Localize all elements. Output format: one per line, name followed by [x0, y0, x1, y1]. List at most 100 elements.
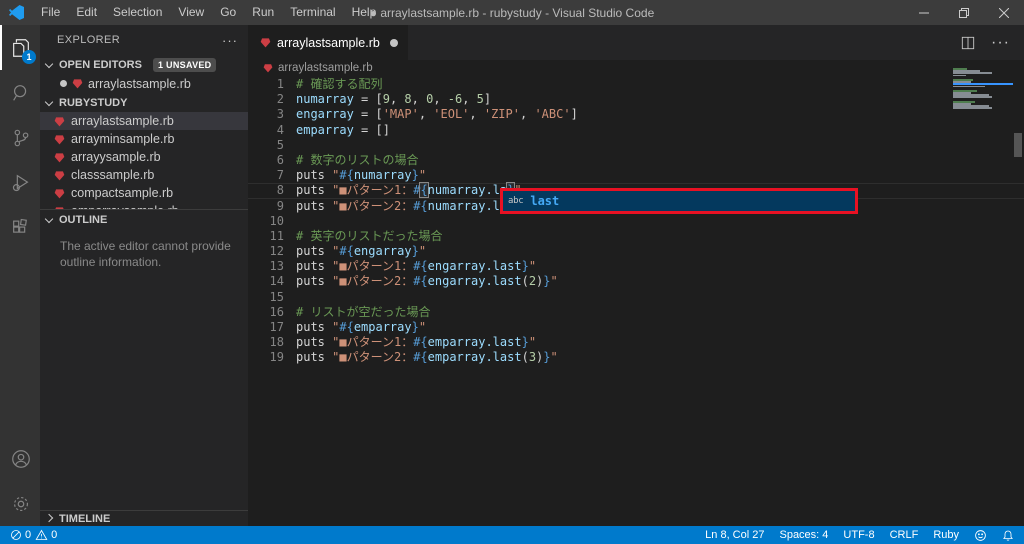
code-line[interactable]: 11 # 英字のリストだった場合 [248, 229, 1024, 244]
code-line[interactable]: 2 numarray = [9, 8, 0, -6, 5] [248, 92, 1024, 107]
minimap-line [953, 74, 966, 77]
line-number: 13 [269, 259, 284, 274]
menu-run[interactable]: Run [244, 0, 282, 25]
code-line[interactable]: 1 # 確認する配列 [248, 77, 1024, 92]
warnings-item[interactable]: 0 [35, 529, 57, 541]
menu-selection[interactable]: Selection [105, 0, 170, 25]
modified-dot-icon[interactable] [389, 38, 398, 47]
close-button[interactable] [984, 0, 1024, 25]
code-line[interactable]: 10 [248, 214, 1024, 229]
chevron-down-icon [44, 59, 54, 68]
encoding[interactable]: UTF-8 [843, 529, 874, 541]
line-number: 19 [269, 350, 284, 365]
line-number: 15 [269, 289, 284, 304]
file-row[interactable]: classsample.rb [40, 166, 248, 184]
code-line[interactable]: 16 # リストが空だった場合 [248, 305, 1024, 320]
line-number: 12 [269, 244, 284, 259]
source-control-tab[interactable] [0, 115, 40, 160]
file-row[interactable]: arrayminsample.rb [40, 130, 248, 148]
activity-bar: 1 [0, 25, 40, 526]
language-mode[interactable]: Ruby [933, 529, 959, 541]
outline-header[interactable]: OUTLINE [40, 210, 248, 229]
open-editor-item[interactable]: arraylastsample.rb [40, 74, 248, 93]
code-text: # 英字のリストだった場合 [296, 228, 443, 243]
account-button[interactable] [0, 436, 40, 481]
file-name: compactsample.rb [71, 186, 174, 200]
indentation[interactable]: Spaces: 4 [779, 529, 828, 541]
menu-file[interactable]: File [33, 0, 68, 25]
status-bar: 0 0 Ln 8, Col 27 Spaces: 4 UTF-8 CRLF Ru… [0, 526, 1024, 544]
editor-pane: arraylastsample.rb 1 # 確認する配列 2 numarray = … [248, 60, 1024, 526]
split-editor-icon[interactable] [961, 36, 975, 50]
suggest-label: last [530, 194, 560, 208]
file-row[interactable]: arrayysample.rb [40, 148, 248, 166]
breadcrumb[interactable]: arraylastsample.rb [248, 60, 1024, 76]
code-line[interactable]: 6 # 数字のリストの場合 [248, 153, 1024, 168]
warning-icon [35, 529, 48, 540]
run-debug-icon [12, 174, 29, 191]
file-row[interactable]: compactsample.rb [40, 184, 248, 202]
explorer-tab[interactable]: 1 [0, 25, 40, 70]
file-name: classsample.rb [71, 168, 155, 182]
code-line[interactable]: 17 puts "#{emparray}" [248, 320, 1024, 335]
open-editors-header[interactable]: OPEN EDITORS 1 UNSAVED [40, 55, 248, 74]
feedback-icon[interactable] [974, 529, 987, 542]
extensions-tab[interactable] [0, 205, 40, 250]
gear-icon [13, 496, 29, 511]
code-line[interactable]: 15 [248, 290, 1024, 305]
explorer-sidebar: EXPLORER ··· OPEN EDITORS 1 UNSAVED arra… [40, 25, 248, 526]
timeline-header[interactable]: TIMELINE [40, 510, 248, 526]
cursor-position[interactable]: Ln 8, Col 27 [705, 529, 764, 541]
editor-tab[interactable]: arraylastsample.rb [248, 25, 408, 60]
file-row[interactable]: arraylastsample.rb [40, 112, 248, 130]
more-actions-icon[interactable]: ··· [222, 33, 238, 48]
code-text: puts "■パターン2：#{engarray.last(2)}" [296, 274, 558, 289]
minimap-line [953, 96, 992, 99]
code-line[interactable]: 3 engarray = ['MAP', 'EOL', 'ZIP', 'ABC'] [248, 107, 1024, 122]
editor-group: arraylastsample.rb ··· arraylastsample.r… [248, 25, 1024, 526]
code-line[interactable]: 7 puts "#{numarray}" [248, 168, 1024, 183]
minimize-button[interactable] [904, 0, 944, 25]
file-name: arraylastsample.rb [71, 114, 174, 128]
code-lines: 1 # 確認する配列 2 numarray = [9, 8, 0, -6, 5] 3 en… [248, 77, 1024, 526]
code-line[interactable]: 14 puts "■パターン2：#{engarray.last(2)}" [248, 274, 1024, 289]
bell-icon[interactable] [1002, 529, 1014, 542]
account-icon [12, 449, 30, 468]
abc-word-icon: abc [508, 196, 524, 206]
suggest-item[interactable]: abc last [503, 191, 855, 211]
search-tab[interactable] [0, 70, 40, 115]
code-line[interactable]: 5 [248, 138, 1024, 153]
errors-item[interactable]: 0 [10, 529, 31, 541]
scrollbar-thumb[interactable] [1014, 133, 1022, 157]
source-control-icon [14, 129, 29, 146]
menu-go[interactable]: Go [212, 0, 244, 25]
line-number: 9 [276, 198, 284, 213]
folder-name: RUBYSTUDY [59, 96, 128, 109]
line-number: 7 [276, 168, 284, 183]
code-line[interactable]: 12 puts "#{engarray}" [248, 244, 1024, 259]
code-line[interactable]: 13 puts "■パターン1：#{engarray.last}" [248, 259, 1024, 274]
file-name: arrayminsample.rb [71, 132, 175, 146]
code-line[interactable]: 4 emparray = [] [248, 123, 1024, 138]
line-number: 5 [276, 137, 284, 152]
menu-view[interactable]: View [170, 0, 212, 25]
code-text: engarray = ['MAP', 'EOL', 'ZIP', 'ABC'] [296, 107, 578, 122]
ruby-file-icon [72, 79, 83, 89]
run-debug-tab[interactable] [0, 160, 40, 205]
settings-button[interactable] [0, 481, 40, 526]
more-actions-icon[interactable]: ··· [991, 34, 1010, 52]
file-row[interactable]: emparraysample.rb [40, 202, 248, 209]
restore-button[interactable] [944, 0, 984, 25]
menu-terminal[interactable]: Terminal [282, 0, 343, 25]
folder-header[interactable]: RUBYSTUDY [40, 93, 248, 112]
code-line[interactable]: 19 puts "■パターン2：#{emparray.last(3)}" [248, 350, 1024, 365]
code-text: puts "■パターン1：#{numarray.la}" [284, 182, 522, 199]
code-line[interactable]: 18 puts "■パターン1：#{emparray.last}" [248, 335, 1024, 350]
ruby-file-icon [54, 188, 65, 198]
line-number: 2 [276, 92, 284, 107]
menu-edit[interactable]: Edit [68, 0, 105, 25]
breadcrumb-filename: arraylastsample.rb [278, 62, 373, 74]
eol-sequence[interactable]: CRLF [890, 529, 919, 541]
minimap[interactable] [953, 68, 1013, 110]
